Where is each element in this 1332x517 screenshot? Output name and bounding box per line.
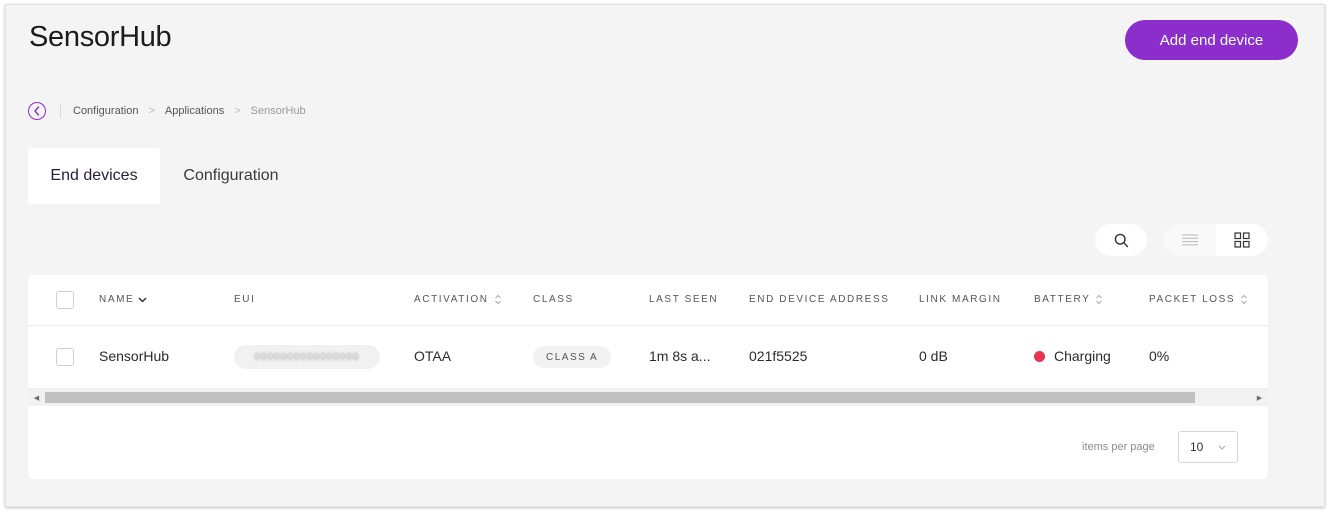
view-toggle (1164, 224, 1268, 256)
select-all-checkbox[interactable] (56, 291, 74, 309)
breadcrumb-divider (60, 104, 61, 118)
table-row[interactable]: SensorHub 0000000000000000 OTAA CLASS A … (28, 326, 1268, 389)
list-view-button[interactable] (1164, 224, 1216, 256)
column-label: CLASS (533, 294, 574, 305)
activation-value: OTAA (414, 348, 452, 364)
sort-desc-icon (138, 296, 147, 303)
battery-status-dot-icon (1034, 351, 1045, 362)
packet-loss-value: 0% (1149, 348, 1170, 364)
breadcrumb-separator-icon: > (234, 105, 241, 117)
breadcrumb: Configuration > Applications > SensorHub (28, 101, 306, 121)
column-header-name[interactable]: NAME (99, 294, 147, 305)
scrollbar-thumb[interactable] (45, 392, 1195, 403)
sort-icon (1096, 294, 1103, 305)
app-window: SensorHub Add end device Configuration >… (5, 4, 1325, 507)
items-per-page-value: 10 (1190, 440, 1204, 454)
grid-view-icon (1234, 232, 1250, 248)
last-seen-value: 1m 8s a... (649, 348, 711, 364)
page-title: SensorHub (29, 21, 172, 53)
tab-end-devices[interactable]: End devices (28, 148, 160, 204)
column-header-link-margin: LINK MARGIN (919, 294, 1002, 305)
column-label: END DEVICE ADDRESS (749, 294, 890, 305)
breadcrumb-configuration[interactable]: Configuration (73, 105, 138, 117)
grid-view-button[interactable] (1216, 224, 1268, 256)
sort-icon (494, 294, 501, 305)
column-header-battery[interactable]: BATTERY (1034, 294, 1103, 305)
tab-configuration[interactable]: Configuration (160, 148, 302, 204)
chevron-left-icon (34, 106, 40, 116)
battery-value: Charging (1054, 348, 1111, 364)
chevron-down-icon (1218, 445, 1226, 450)
eui-pill[interactable]: 0000000000000000 (234, 345, 380, 369)
column-label: ACTIVATION (414, 294, 489, 305)
end-devices-table: NAME EUI ACTIVATION CLASS LAST SEEN END … (28, 275, 1268, 479)
back-button[interactable] (28, 102, 46, 120)
items-per-page-select[interactable]: 10 (1178, 431, 1238, 463)
column-header-eui: EUI (234, 294, 255, 305)
scroll-right-icon[interactable]: ▶ (1251, 389, 1268, 406)
sort-icon (1241, 294, 1248, 305)
tab-bar: End devices Configuration (28, 148, 302, 204)
class-badge: CLASS A (533, 346, 612, 368)
column-header-last-seen: LAST SEEN (649, 294, 718, 305)
breadcrumb-separator-icon: > (148, 105, 155, 117)
column-header-activation[interactable]: ACTIVATION (414, 294, 502, 305)
column-header-end-device-address: END DEVICE ADDRESS (749, 294, 890, 305)
search-button[interactable] (1095, 224, 1147, 256)
link-margin-value: 0 dB (919, 348, 948, 364)
row-checkbox[interactable] (56, 348, 74, 366)
table-header: NAME EUI ACTIVATION CLASS LAST SEEN END … (28, 275, 1268, 326)
column-header-class: CLASS (533, 294, 574, 305)
column-label: LINK MARGIN (919, 294, 1002, 305)
column-label: NAME (99, 294, 135, 305)
battery-status: Charging (1034, 348, 1111, 364)
add-end-device-button[interactable]: Add end device (1125, 20, 1298, 60)
column-label: PACKET LOSS (1149, 294, 1236, 305)
column-label: BATTERY (1034, 294, 1091, 305)
address-value: 021f5525 (749, 348, 808, 364)
eui-value: 0000000000000000 (254, 351, 360, 363)
horizontal-scrollbar[interactable]: ◀ ▶ (28, 389, 1268, 406)
list-view-icon (1182, 234, 1198, 246)
device-name[interactable]: SensorHub (99, 348, 169, 364)
column-label: LAST SEEN (649, 294, 719, 305)
search-icon (1114, 233, 1128, 247)
column-header-packet-loss[interactable]: PACKET LOSS (1149, 294, 1248, 305)
breadcrumb-applications[interactable]: Applications (165, 105, 224, 117)
items-per-page-label: items per page (1082, 441, 1155, 453)
breadcrumb-current: SensorHub (250, 105, 306, 117)
column-label: EUI (234, 294, 256, 305)
scroll-left-icon[interactable]: ◀ (28, 389, 45, 406)
